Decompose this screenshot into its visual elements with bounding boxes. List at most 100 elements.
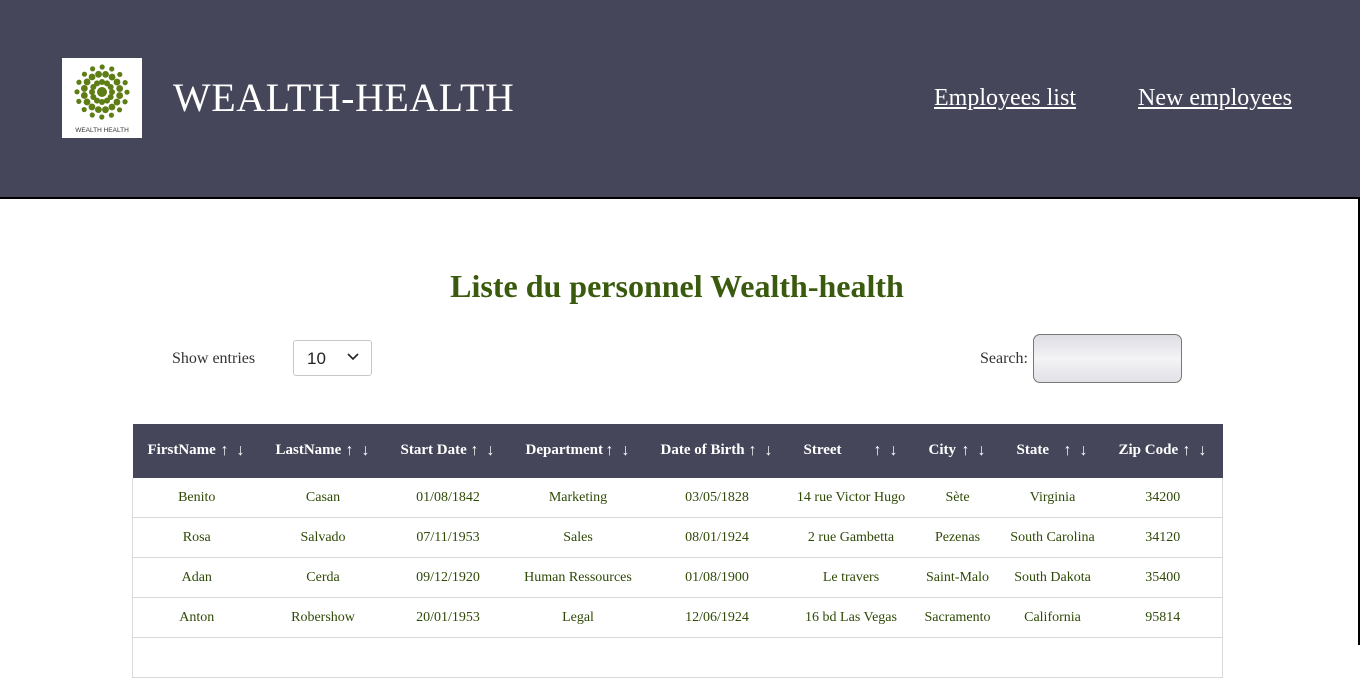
logo-petal: [95, 70, 102, 78]
logo-petal: [83, 78, 91, 86]
table-cell: Sète: [913, 478, 1002, 518]
table-cell: 01/08/1900: [645, 557, 789, 598]
table-cell: 09/12/1920: [385, 557, 511, 598]
sort-arrows[interactable]: ↑ ↓: [602, 442, 634, 460]
table-cell: [788, 637, 914, 678]
logo-petal: [108, 112, 114, 118]
table-cell: Casan: [260, 478, 386, 518]
logo-petal: [81, 71, 88, 77]
app-header: WEALTH HEALTH WEALTH-HEALTH Employees li…: [0, 0, 1360, 199]
column-header-label: City: [928, 442, 957, 458]
sort-ascending-icon[interactable]: ↑: [958, 442, 974, 460]
logo-petal: [124, 89, 130, 95]
sort-arrows[interactable]: ↑ ↓: [745, 442, 777, 460]
sort-descending-icon[interactable]: ↓: [358, 442, 374, 460]
logo-petal: [88, 73, 96, 81]
table-cell: South Dakota: [1001, 557, 1104, 598]
sort-descending-icon[interactable]: ↓: [483, 442, 499, 460]
sort-arrows[interactable]: ↑ ↓: [870, 442, 902, 460]
table-cell: Anton: [132, 597, 261, 638]
sort-ascending-icon[interactable]: ↑: [1060, 442, 1076, 460]
logo-emblem-icon: WEALTH HEALTH: [74, 64, 130, 134]
table-cell: [913, 637, 1002, 678]
logo-petal: [74, 89, 80, 95]
table-cell: Le travers: [788, 557, 914, 598]
sort-descending-icon[interactable]: ↓: [1195, 442, 1211, 460]
sort-descending-icon[interactable]: ↓: [233, 442, 249, 460]
sort-arrows[interactable]: ↑ ↓: [1179, 442, 1211, 460]
logo-petal: [89, 112, 95, 118]
table-cell: Marketing: [510, 478, 646, 518]
logo-petal: [109, 66, 115, 72]
column-header-date-of-birth[interactable]: Date of Birth ↑ ↓: [645, 424, 789, 478]
table-header-row: FirstName ↑ ↓ LastName ↑ ↓ Start Date ↑ ↓ Departm…: [132, 424, 1223, 478]
table-row: Rosa Salvado 07/11/1953 Sales 08/01/1924 2 ru…: [132, 517, 1223, 558]
table-cell: 34120: [1103, 517, 1223, 558]
logo-petal: [95, 106, 102, 114]
table-cell: 35400: [1103, 557, 1223, 598]
sort-ascending-icon[interactable]: ↑: [1179, 442, 1195, 460]
nav-new-employees-link[interactable]: New employees: [1138, 84, 1292, 112]
logo-petal: [122, 80, 128, 86]
column-header-state[interactable]: State ↑ ↓: [1001, 424, 1104, 478]
search-input[interactable]: [1033, 334, 1182, 383]
logo-petal: [76, 98, 82, 104]
sort-descending-icon[interactable]: ↓: [886, 442, 902, 460]
table-cell: [385, 637, 511, 678]
logo-caption: WEALTH HEALTH: [75, 127, 129, 134]
table-cell: [510, 637, 646, 678]
entries-select[interactable]: 10: [293, 340, 372, 376]
sort-arrows[interactable]: ↑ ↓: [217, 442, 249, 460]
logo-petal: [81, 106, 87, 113]
sort-descending-icon[interactable]: ↓: [618, 442, 634, 460]
column-header-firstname[interactable]: FirstName ↑ ↓: [132, 424, 261, 478]
column-header-zip-code[interactable]: Zip Code ↑ ↓: [1103, 424, 1223, 478]
column-header-start-date[interactable]: Start Date ↑ ↓: [385, 424, 511, 478]
column-header-city[interactable]: City ↑ ↓: [913, 424, 1002, 478]
sort-ascending-icon[interactable]: ↑: [870, 442, 886, 460]
sort-ascending-icon[interactable]: ↑: [745, 442, 761, 460]
sort-descending-icon[interactable]: ↓: [1076, 442, 1092, 460]
table-row: [132, 637, 1223, 678]
logo-petal: [99, 64, 105, 70]
sort-ascending-icon[interactable]: ↑: [467, 442, 483, 460]
table-cell: Human Ressources: [510, 557, 646, 598]
table-cell: 2 rue Gambetta: [788, 517, 914, 558]
logo-petal: [113, 78, 121, 86]
sort-ascending-icon[interactable]: ↑: [602, 442, 618, 460]
sort-ascending-icon[interactable]: ↑: [217, 442, 233, 460]
column-header-street[interactable]: Street ↑ ↓: [788, 424, 914, 478]
employees-table: FirstName ↑ ↓ LastName ↑ ↓ Start Date ↑ ↓ Departm…: [132, 424, 1223, 678]
table-cell: Robershow: [260, 597, 386, 638]
table-cell: 01/08/1842: [385, 478, 511, 518]
logo-petal: [122, 99, 128, 105]
table-cell: California: [1001, 597, 1104, 638]
column-header-label: State: [1016, 442, 1050, 458]
column-header-label: Street: [803, 442, 842, 458]
sort-arrows[interactable]: ↑ ↓: [958, 442, 990, 460]
table-cell: [645, 637, 789, 678]
table-cell: 12/06/1924: [645, 597, 789, 638]
sort-descending-icon[interactable]: ↓: [761, 442, 777, 460]
sort-arrows[interactable]: ↑ ↓: [342, 442, 374, 460]
table-cell: [1103, 637, 1223, 678]
search-label: Search:: [980, 350, 1028, 367]
show-entries-label: Show entries: [172, 350, 256, 367]
column-header-department[interactable]: Department ↑ ↓: [510, 424, 646, 478]
table-cell: 07/11/1953: [385, 517, 511, 558]
nav-employees-list-link[interactable]: Employees list: [934, 84, 1076, 112]
column-header-label: LastName: [275, 442, 342, 458]
chevron-down-icon: [347, 353, 359, 361]
logo[interactable]: WEALTH HEALTH: [62, 58, 142, 138]
sort-ascending-icon[interactable]: ↑: [342, 442, 358, 460]
logo-petal: [80, 85, 88, 92]
sort-descending-icon[interactable]: ↓: [974, 442, 990, 460]
column-header-label: Start Date: [400, 442, 467, 458]
sort-arrows[interactable]: ↑ ↓: [1060, 442, 1092, 460]
column-header-label: Date of Birth: [660, 442, 745, 458]
table-cell: Salvado: [260, 517, 386, 558]
sort-arrows[interactable]: ↑ ↓: [467, 442, 499, 460]
entries-select-value: 10: [307, 349, 326, 368]
column-header-lastname[interactable]: LastName ↑ ↓: [260, 424, 386, 478]
logo-petal: [76, 79, 82, 85]
